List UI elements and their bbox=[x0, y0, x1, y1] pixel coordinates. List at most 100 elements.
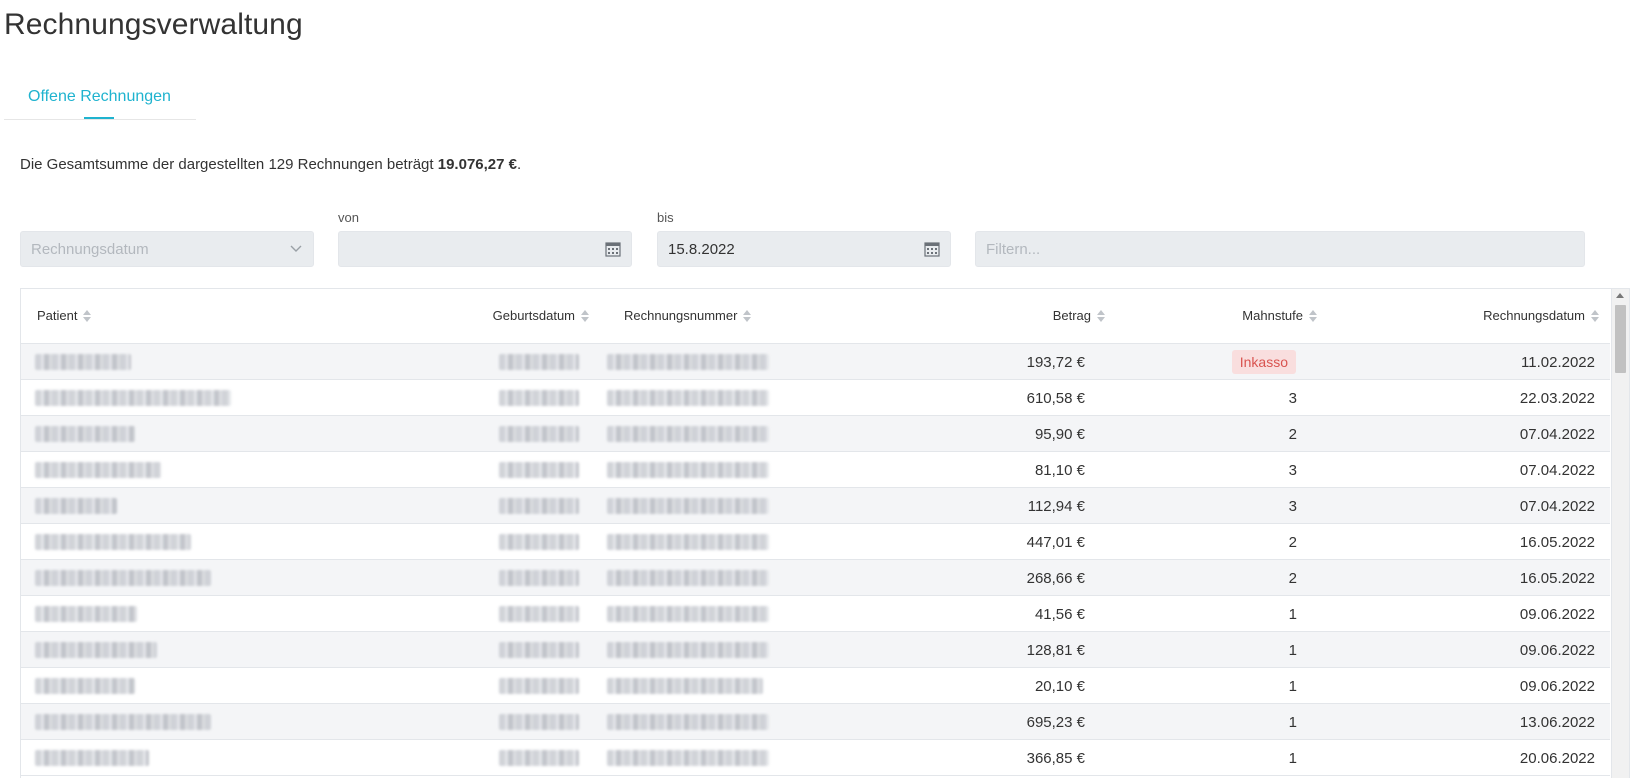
scroll-up-arrow-icon[interactable] bbox=[1616, 293, 1624, 298]
column-header-patient[interactable]: Patient bbox=[37, 308, 92, 323]
birthdate-redacted bbox=[499, 354, 579, 370]
patient-name-redacted bbox=[35, 390, 231, 406]
patient-name-redacted bbox=[35, 750, 149, 766]
sort-icon bbox=[1591, 309, 1599, 322]
table-row[interactable]: 128,81 € 1 09.06.2022 bbox=[21, 632, 1610, 668]
invoice-number-redacted bbox=[607, 642, 769, 658]
patient-name-redacted bbox=[35, 498, 117, 514]
birthdate-redacted bbox=[499, 714, 579, 730]
from-label: von bbox=[338, 210, 359, 225]
table-row[interactable]: 268,66 € 2 16.05.2022 bbox=[21, 560, 1610, 596]
invoice-number-redacted bbox=[607, 426, 769, 442]
table-row[interactable]: 193,72 € Inkasso 11.02.2022 bbox=[21, 344, 1610, 380]
birthdate-redacted bbox=[499, 642, 579, 658]
summary-text: Die Gesamtsumme der dargestellten 129 Re… bbox=[20, 156, 434, 173]
patient-name-redacted bbox=[35, 642, 157, 658]
table-row[interactable]: 81,10 € 3 07.04.2022 bbox=[21, 452, 1610, 488]
tab-active-indicator bbox=[84, 117, 114, 119]
calendar-icon[interactable] bbox=[605, 241, 621, 257]
birthdate-redacted bbox=[499, 462, 579, 478]
table-row[interactable]: 112,94 € 3 07.04.2022 bbox=[21, 488, 1610, 524]
from-date-input[interactable] bbox=[338, 231, 632, 267]
table-row[interactable]: 610,58 € 3 22.03.2022 bbox=[21, 380, 1610, 416]
table-row[interactable]: 20,10 € 1 09.06.2022 bbox=[21, 668, 1610, 704]
to-date-input[interactable]: 15.8.2022 bbox=[657, 231, 951, 267]
to-label: bis bbox=[657, 210, 674, 225]
filter-field[interactable] bbox=[975, 231, 1585, 267]
invoice-number-redacted bbox=[607, 606, 769, 622]
column-header-geburtsdatum[interactable]: Geburtsdatum bbox=[493, 308, 589, 323]
invoice-date-cell: 07.04.2022 bbox=[1519, 426, 1595, 443]
amount-cell: 366,85 € bbox=[1026, 750, 1085, 767]
patient-name-redacted bbox=[35, 570, 211, 586]
table-body: 193,72 € Inkasso 11.02.2022 610,58 € 3 22.03.… bbox=[21, 344, 1610, 776]
table-row[interactable]: 695,23 € 1 13.06.2022 bbox=[21, 704, 1610, 740]
invoice-table: Patient Geburtsdatum Rechnungsnummer Bet… bbox=[20, 288, 1630, 778]
scroll-thumb[interactable] bbox=[1615, 305, 1626, 373]
table-row[interactable]: 95,90 € 2 07.04.2022 bbox=[21, 416, 1610, 452]
dunning-level-cell: 2 bbox=[1288, 426, 1297, 443]
column-header-rechnungsnummer[interactable]: Rechnungsnummer bbox=[624, 308, 752, 323]
patient-name-redacted bbox=[35, 534, 191, 550]
sort-icon bbox=[1097, 309, 1105, 322]
patient-name-redacted bbox=[35, 354, 131, 370]
invoice-number-redacted bbox=[607, 570, 769, 586]
invoice-number-redacted bbox=[607, 714, 769, 730]
table-scrollbar[interactable] bbox=[1611, 289, 1629, 778]
invoice-date-cell: 07.04.2022 bbox=[1519, 498, 1595, 515]
status-badge: Inkasso bbox=[1231, 350, 1296, 374]
summary-total: 19.076,27 € bbox=[437, 156, 517, 173]
invoice-date-cell: 16.05.2022 bbox=[1519, 570, 1595, 587]
birthdate-redacted bbox=[499, 534, 579, 550]
patient-name-redacted bbox=[35, 606, 137, 622]
column-header-label: Rechnungsdatum bbox=[1483, 308, 1585, 323]
filter-input[interactable] bbox=[976, 232, 1584, 266]
invoice-number-redacted bbox=[607, 498, 769, 514]
dunning-level-cell: 1 bbox=[1288, 606, 1297, 623]
table-row[interactable]: 41,56 € 1 09.06.2022 bbox=[21, 596, 1610, 632]
invoice-number-redacted bbox=[607, 750, 769, 766]
invoice-number-redacted bbox=[607, 390, 769, 406]
amount-cell: 268,66 € bbox=[1026, 570, 1085, 587]
invoice-date-cell: 16.05.2022 bbox=[1519, 534, 1595, 551]
date-type-select[interactable]: Rechnungsdatum bbox=[20, 231, 314, 267]
patient-name-redacted bbox=[35, 678, 135, 694]
page-title: Rechnungsverwaltung bbox=[4, 8, 303, 41]
column-header-mahnstufe[interactable]: Mahnstufe bbox=[1242, 308, 1317, 323]
amount-cell: 447,01 € bbox=[1026, 534, 1085, 551]
table-row[interactable]: 447,01 € 2 16.05.2022 bbox=[21, 524, 1610, 560]
amount-cell: 112,94 € bbox=[1027, 498, 1085, 515]
calendar-icon[interactable] bbox=[924, 241, 940, 257]
sort-icon bbox=[743, 309, 752, 322]
invoice-number-redacted bbox=[607, 462, 769, 478]
amount-cell: 81,10 € bbox=[1034, 462, 1085, 479]
to-date-value: 15.8.2022 bbox=[668, 241, 735, 258]
column-header-rechnungsdatum[interactable]: Rechnungsdatum bbox=[1483, 308, 1599, 323]
table-row[interactable]: 366,85 € 1 20.06.2022 bbox=[21, 740, 1610, 776]
tab-bar: Offene Rechnungen bbox=[4, 80, 196, 120]
date-type-value: Rechnungsdatum bbox=[31, 241, 149, 258]
invoice-date-cell: 07.04.2022 bbox=[1519, 462, 1595, 479]
dunning-level-cell: 3 bbox=[1288, 498, 1297, 515]
tab-offene-rechnungen[interactable]: Offene Rechnungen bbox=[28, 88, 171, 106]
invoice-date-cell: 09.06.2022 bbox=[1519, 642, 1595, 659]
summary-suffix: . bbox=[517, 156, 522, 173]
birthdate-redacted bbox=[499, 390, 579, 406]
invoice-date-cell: 20.06.2022 bbox=[1519, 750, 1595, 767]
invoice-number-redacted bbox=[607, 534, 769, 550]
sort-icon bbox=[1309, 309, 1317, 322]
birthdate-redacted bbox=[499, 426, 579, 442]
patient-name-redacted bbox=[35, 426, 135, 442]
dunning-level-cell: 3 bbox=[1288, 390, 1297, 407]
birthdate-redacted bbox=[499, 498, 579, 514]
dunning-level-cell: 3 bbox=[1288, 462, 1297, 479]
dunning-level-cell: 1 bbox=[1288, 678, 1297, 695]
dunning-level-cell: 2 bbox=[1288, 570, 1297, 587]
dunning-level-cell: 1 bbox=[1288, 642, 1297, 659]
amount-cell: 193,72 € bbox=[1026, 354, 1085, 371]
dunning-level-cell: 1 bbox=[1288, 714, 1297, 731]
column-header-label: Betrag bbox=[1052, 308, 1091, 323]
column-header-betrag[interactable]: Betrag bbox=[1053, 308, 1105, 323]
invoice-date-cell: 09.06.2022 bbox=[1519, 606, 1595, 623]
sort-icon bbox=[83, 309, 92, 322]
